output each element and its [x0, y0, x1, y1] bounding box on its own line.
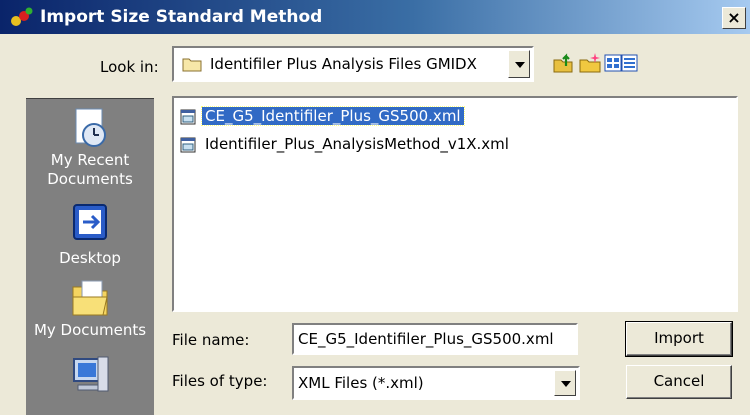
file-type-dropdown[interactable]: XML Files (*.xml)	[292, 366, 580, 400]
look-in-label: Look in:	[100, 58, 159, 76]
window-title: Import Size Standard Method	[40, 7, 323, 27]
import-size-standard-dialog: Import Size Standard Method × Look in: I…	[0, 0, 750, 415]
file-name: CE_G5_Identifiler_Plus_GS500.xml	[201, 106, 465, 126]
file-type-value: XML Files (*.xml)	[298, 374, 424, 392]
places-bar: My Recent Documents Desktop My Documents	[26, 98, 154, 415]
file-type-dropdown-button[interactable]	[554, 370, 576, 396]
look-in-dropdown[interactable]: Identifiler Plus Analysis Files GMIDX	[172, 46, 534, 82]
place-label: Documents	[47, 170, 133, 188]
place-desktop[interactable]: Desktop	[26, 201, 154, 268]
xml-file-icon	[180, 109, 196, 125]
file-name: Identifiler_Plus_AnalysisMethod_v1X.xml	[205, 135, 509, 153]
app-icon	[11, 7, 33, 26]
up-folder-icon[interactable]	[552, 52, 576, 74]
file-list[interactable]: CE_G5_Identifiler_Plus_GS500.xml Identif…	[172, 96, 738, 312]
cancel-button[interactable]: Cancel	[626, 365, 732, 399]
file-type-label: Files of type:	[172, 372, 268, 390]
close-button[interactable]: ×	[722, 7, 746, 29]
file-name-label: File name:	[172, 331, 250, 349]
place-label: Desktop	[59, 249, 121, 267]
new-folder-icon[interactable]	[578, 52, 602, 74]
folder-icon	[182, 58, 202, 72]
xml-file-icon	[180, 137, 196, 153]
view-menu-icon[interactable]	[604, 52, 638, 74]
file-name-input[interactable]: CE_G5_Identifiler_Plus_GS500.xml	[292, 323, 578, 355]
place-my-documents[interactable]: My Documents	[26, 275, 154, 340]
place-my-computer[interactable]	[26, 353, 154, 397]
place-label: My Recent	[50, 151, 130, 169]
my-computer-icon	[73, 356, 109, 392]
look-in-dropdown-button[interactable]	[508, 50, 530, 78]
desktop-icon	[73, 204, 107, 240]
recent-documents-icon	[75, 108, 106, 147]
place-label: My Documents	[33, 321, 147, 339]
place-my-recent-documents[interactable]: My Recent Documents	[26, 105, 154, 189]
title-bar[interactable]: Import Size Standard Method ×	[0, 0, 750, 34]
import-button[interactable]: Import	[625, 321, 733, 357]
look-in-value: Identifiler Plus Analysis Files GMIDX	[210, 55, 477, 73]
my-documents-icon	[72, 280, 108, 316]
